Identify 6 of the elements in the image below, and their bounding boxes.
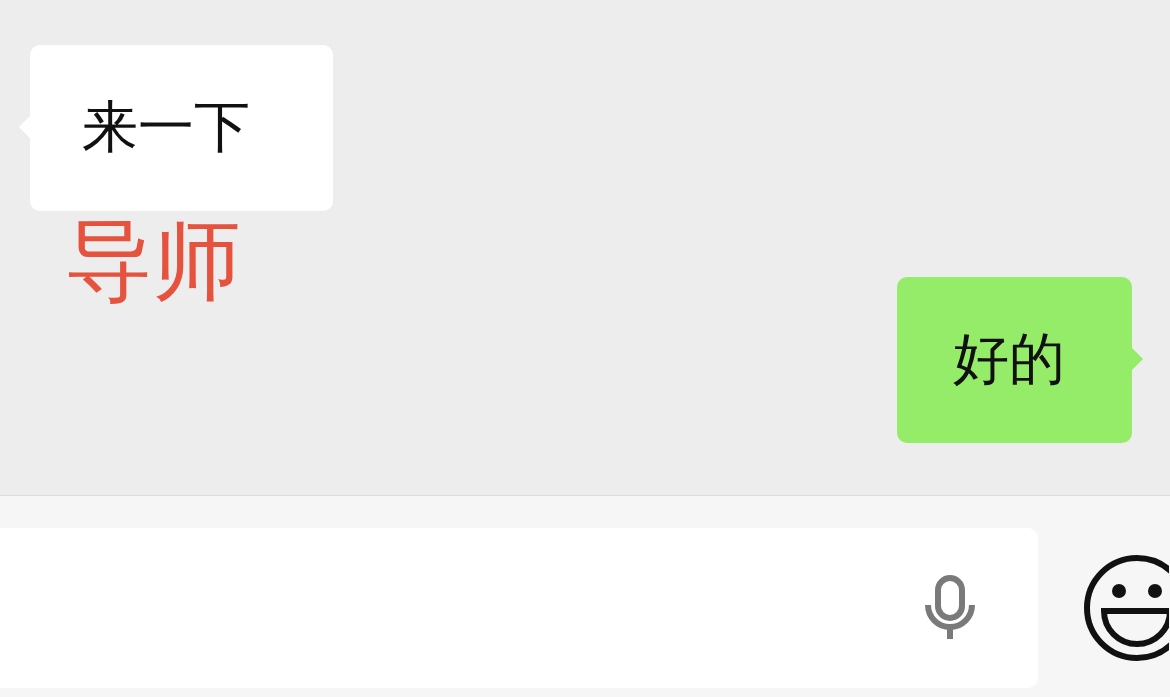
caption-label: 导师 <box>65 215 241 308</box>
message-input[interactable] <box>0 528 1038 688</box>
smiley-icon[interactable] <box>1082 553 1169 663</box>
message-bubble: 好的 <box>897 277 1143 444</box>
microphone-icon[interactable] <box>922 575 978 641</box>
message-bubble: 来一下 <box>19 45 333 211</box>
